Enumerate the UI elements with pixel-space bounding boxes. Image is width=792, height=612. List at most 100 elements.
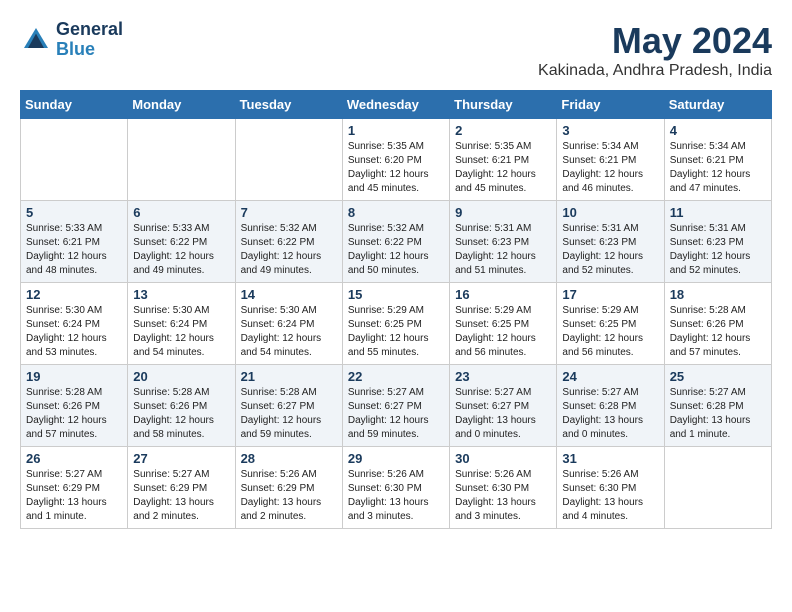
day-number: 9 <box>455 205 551 220</box>
day-info: Sunrise: 5:32 AM Sunset: 6:22 PM Dayligh… <box>241 222 337 278</box>
day-info: Sunrise: 5:35 AM Sunset: 6:21 PM Dayligh… <box>455 140 551 196</box>
day-info: Sunrise: 5:28 AM Sunset: 6:27 PM Dayligh… <box>241 386 337 442</box>
location: Kakinada, Andhra Pradesh, India <box>538 62 772 80</box>
calendar-cell: 23Sunrise: 5:27 AM Sunset: 6:27 PM Dayli… <box>450 365 557 447</box>
day-number: 11 <box>670 205 766 220</box>
day-info: Sunrise: 5:31 AM Sunset: 6:23 PM Dayligh… <box>562 222 658 278</box>
calendar-cell: 29 Sunrise: 5:26 AM Sunset: 6:30 PM Dayli… <box>342 447 449 529</box>
day-number: 18 <box>670 287 766 302</box>
day-number: 30 <box>455 451 551 466</box>
day-number: 22 <box>348 369 444 384</box>
day-info: Sunrise: 5:26 AM Sunset: 6:30 PM Dayligh… <box>348 468 444 524</box>
calendar-week-row: 5Sunrise: 5:33 AM Sunset: 6:21 PM Daylig… <box>21 201 772 283</box>
logo: General Blue <box>20 20 123 60</box>
day-info: Sunrise: 5:26 AM Sunset: 6:30 PM Dayligh… <box>455 468 551 524</box>
calendar-cell: 14 Sunrise: 5:30 AM Sunset: 6:24 PM Dayli… <box>235 283 342 365</box>
day-number: 20 <box>133 369 229 384</box>
calendar-cell: 18 Sunrise: 5:28 AM Sunset: 6:26 PM Dayli… <box>664 283 771 365</box>
day-info: Sunrise: 5:27 AM Sunset: 6:29 PM Dayligh… <box>26 468 122 524</box>
calendar-cell: 1 Sunrise: 5:35 AM Sunset: 6:20 PM Daylig… <box>342 119 449 201</box>
weekday-row: SundayMondayTuesdayWednesdayThursdayFrid… <box>21 91 772 119</box>
day-number: 31 <box>562 451 658 466</box>
day-info: Sunrise: 5:32 AM Sunset: 6:22 PM Dayligh… <box>348 222 444 278</box>
weekday-header: Saturday <box>664 91 771 119</box>
day-number: 25 <box>670 369 766 384</box>
calendar-cell: 27 Sunrise: 5:27 AM Sunset: 6:29 PM Dayli… <box>128 447 235 529</box>
calendar-cell: 6Sunrise: 5:33 AM Sunset: 6:22 PM Daylig… <box>128 201 235 283</box>
day-number: 27 <box>133 451 229 466</box>
calendar-cell: 15Sunrise: 5:29 AM Sunset: 6:25 PM Dayli… <box>342 283 449 365</box>
calendar-cell: 20Sunrise: 5:28 AM Sunset: 6:26 PM Dayli… <box>128 365 235 447</box>
weekday-header: Sunday <box>21 91 128 119</box>
page-header: General Blue May 2024 Kakinada, Andhra P… <box>20 20 772 80</box>
calendar-cell: 16 Sunrise: 5:29 AM Sunset: 6:25 PM Dayli… <box>450 283 557 365</box>
calendar-cell: 7 Sunrise: 5:32 AM Sunset: 6:22 PM Daylig… <box>235 201 342 283</box>
calendar-header: SundayMondayTuesdayWednesdayThursdayFrid… <box>21 91 772 119</box>
calendar-cell <box>128 119 235 201</box>
day-info: Sunrise: 5:29 AM Sunset: 6:25 PM Dayligh… <box>562 304 658 360</box>
day-info: Sunrise: 5:28 AM Sunset: 6:26 PM Dayligh… <box>26 386 122 442</box>
calendar-cell: 31 Sunrise: 5:26 AM Sunset: 6:30 PM Dayli… <box>557 447 664 529</box>
calendar-cell: 22 Sunrise: 5:27 AM Sunset: 6:27 PM Dayli… <box>342 365 449 447</box>
month-title: May 2024 <box>538 20 772 62</box>
day-number: 10 <box>562 205 658 220</box>
day-info: Sunrise: 5:30 AM Sunset: 6:24 PM Dayligh… <box>241 304 337 360</box>
day-number: 21 <box>241 369 337 384</box>
weekday-header: Monday <box>128 91 235 119</box>
weekday-header: Thursday <box>450 91 557 119</box>
day-info: Sunrise: 5:30 AM Sunset: 6:24 PM Dayligh… <box>26 304 122 360</box>
calendar-cell: 24 Sunrise: 5:27 AM Sunset: 6:28 PM Dayli… <box>557 365 664 447</box>
calendar-cell: 12 Sunrise: 5:30 AM Sunset: 6:24 PM Dayli… <box>21 283 128 365</box>
day-number: 2 <box>455 123 551 138</box>
day-number: 7 <box>241 205 337 220</box>
day-info: Sunrise: 5:27 AM Sunset: 6:28 PM Dayligh… <box>670 386 766 442</box>
day-info: Sunrise: 5:29 AM Sunset: 6:25 PM Dayligh… <box>455 304 551 360</box>
calendar-table: SundayMondayTuesdayWednesdayThursdayFrid… <box>20 90 772 529</box>
calendar-cell: 5Sunrise: 5:33 AM Sunset: 6:21 PM Daylig… <box>21 201 128 283</box>
day-info: Sunrise: 5:26 AM Sunset: 6:30 PM Dayligh… <box>562 468 658 524</box>
day-number: 13 <box>133 287 229 302</box>
calendar-week-row: 19 Sunrise: 5:28 AM Sunset: 6:26 PM Dayli… <box>21 365 772 447</box>
day-number: 19 <box>26 369 122 384</box>
day-number: 16 <box>455 287 551 302</box>
day-info: Sunrise: 5:29 AM Sunset: 6:25 PM Dayligh… <box>348 304 444 360</box>
day-number: 4 <box>670 123 766 138</box>
weekday-header: Wednesday <box>342 91 449 119</box>
calendar-week-row: 26Sunrise: 5:27 AM Sunset: 6:29 PM Dayli… <box>21 447 772 529</box>
calendar-cell: 17 Sunrise: 5:29 AM Sunset: 6:25 PM Dayli… <box>557 283 664 365</box>
day-info: Sunrise: 5:28 AM Sunset: 6:26 PM Dayligh… <box>670 304 766 360</box>
day-info: Sunrise: 5:26 AM Sunset: 6:29 PM Dayligh… <box>241 468 337 524</box>
calendar-cell <box>664 447 771 529</box>
day-number: 17 <box>562 287 658 302</box>
calendar-cell: 21 Sunrise: 5:28 AM Sunset: 6:27 PM Dayli… <box>235 365 342 447</box>
day-number: 28 <box>241 451 337 466</box>
title-block: May 2024 Kakinada, Andhra Pradesh, India <box>538 20 772 80</box>
weekday-header: Friday <box>557 91 664 119</box>
calendar-cell: 9 Sunrise: 5:31 AM Sunset: 6:23 PM Daylig… <box>450 201 557 283</box>
day-number: 3 <box>562 123 658 138</box>
weekday-header: Tuesday <box>235 91 342 119</box>
day-info: Sunrise: 5:31 AM Sunset: 6:23 PM Dayligh… <box>670 222 766 278</box>
day-info: Sunrise: 5:27 AM Sunset: 6:27 PM Dayligh… <box>455 386 551 442</box>
calendar-cell: 30 Sunrise: 5:26 AM Sunset: 6:30 PM Dayli… <box>450 447 557 529</box>
day-number: 1 <box>348 123 444 138</box>
day-info: Sunrise: 5:35 AM Sunset: 6:20 PM Dayligh… <box>348 140 444 196</box>
day-info: Sunrise: 5:27 AM Sunset: 6:28 PM Dayligh… <box>562 386 658 442</box>
calendar-cell: 11 Sunrise: 5:31 AM Sunset: 6:23 PM Dayli… <box>664 201 771 283</box>
calendar-cell <box>21 119 128 201</box>
calendar-cell: 28 Sunrise: 5:26 AM Sunset: 6:29 PM Dayli… <box>235 447 342 529</box>
day-info: Sunrise: 5:31 AM Sunset: 6:23 PM Dayligh… <box>455 222 551 278</box>
day-number: 12 <box>26 287 122 302</box>
day-number: 6 <box>133 205 229 220</box>
day-number: 24 <box>562 369 658 384</box>
day-info: Sunrise: 5:33 AM Sunset: 6:21 PM Dayligh… <box>26 222 122 278</box>
calendar-cell: 25 Sunrise: 5:27 AM Sunset: 6:28 PM Dayli… <box>664 365 771 447</box>
calendar-body: 1 Sunrise: 5:35 AM Sunset: 6:20 PM Daylig… <box>21 119 772 529</box>
day-number: 29 <box>348 451 444 466</box>
day-info: Sunrise: 5:27 AM Sunset: 6:27 PM Dayligh… <box>348 386 444 442</box>
day-number: 14 <box>241 287 337 302</box>
day-info: Sunrise: 5:27 AM Sunset: 6:29 PM Dayligh… <box>133 468 229 524</box>
logo-icon <box>20 24 52 56</box>
day-number: 8 <box>348 205 444 220</box>
logo-text: General Blue <box>56 20 123 60</box>
